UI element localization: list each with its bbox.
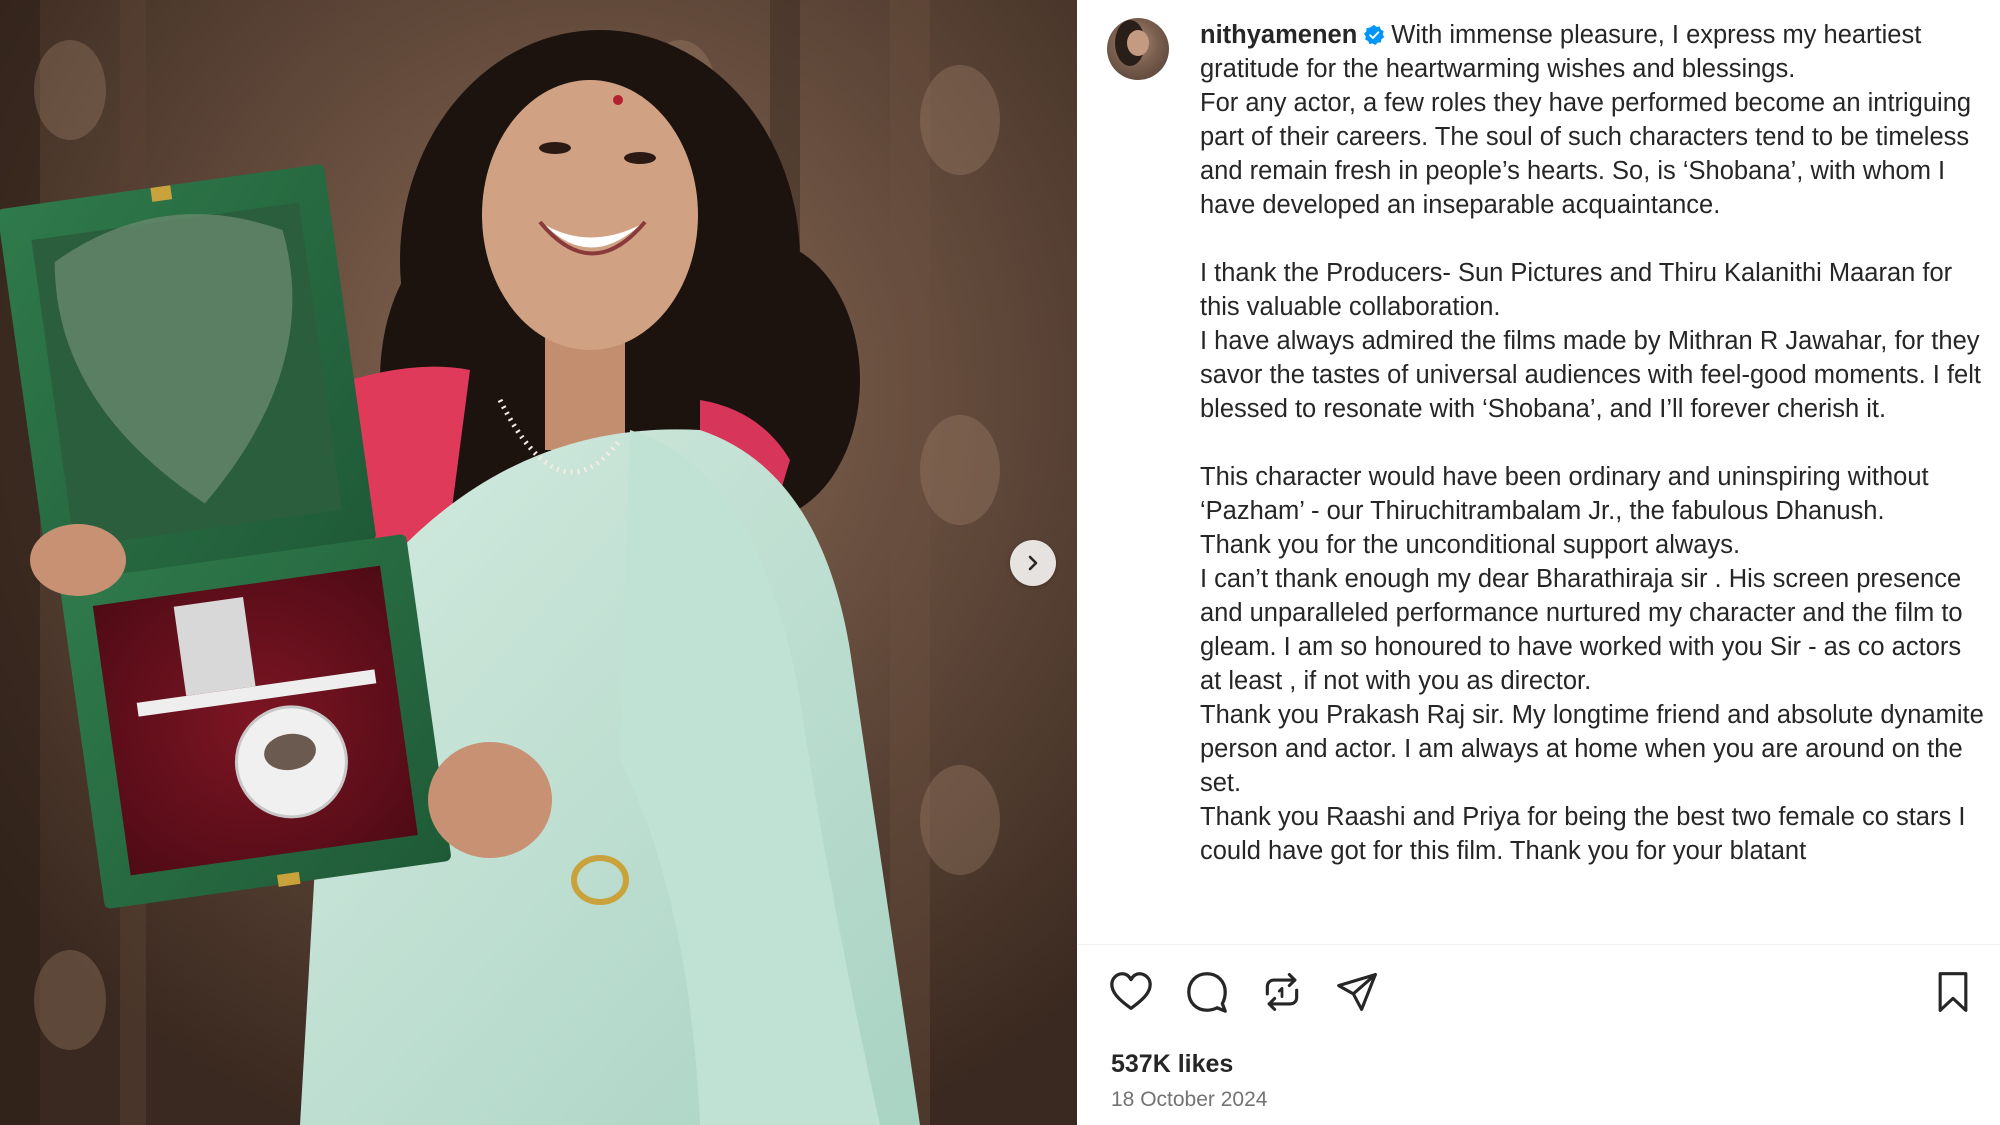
caption-paragraph-3: I thank the Producers- Sun Pictures and … (1200, 259, 1953, 321)
caption-paragraph-7: I can’t thank enough my dear Bharathiraj… (1200, 565, 1963, 695)
comment-icon (1187, 972, 1227, 1013)
carousel-next-button[interactable] (1010, 540, 1056, 586)
post-media[interactable] (0, 0, 1077, 1125)
avatar[interactable] (1107, 18, 1169, 80)
heart-icon (1110, 972, 1152, 1010)
caption-paragraph-5: This character would have been ordinary … (1200, 463, 1929, 525)
caption-paragraph-6: Thank you for the unconditional support … (1200, 531, 1741, 559)
caption-paragraph-9: Thank you Raashi and Priya for being the… (1200, 803, 1966, 865)
post-caption: nithyamenen With immense pleasure, I exp… (1200, 18, 1985, 868)
username-link[interactable]: nithyamenen (1200, 21, 1357, 49)
send-icon (1337, 973, 1377, 1011)
avatar-face (1127, 30, 1149, 56)
chevron-right-icon (1028, 555, 1038, 571)
bookmark-icon (1938, 972, 1968, 1012)
likes-count[interactable]: 537K likes (1111, 1050, 1233, 1079)
post-side-panel: nithyamenen With immense pleasure, I exp… (1077, 0, 2000, 1125)
actions-divider (1077, 944, 2000, 945)
post-photo (0, 0, 1077, 1125)
share-button[interactable] (1333, 968, 1381, 1016)
save-button[interactable] (1929, 968, 1977, 1016)
caption-paragraph-4: I have always admired the films made by … (1200, 327, 1981, 423)
post-actions-bar (1107, 968, 1977, 1020)
comment-button[interactable] (1183, 968, 1231, 1016)
repost-icon (1265, 973, 1299, 1011)
caption-area: nithyamenen With immense pleasure, I exp… (1107, 18, 1987, 942)
caption-paragraph-2: For any actor, a few roles they have per… (1200, 89, 1972, 219)
like-button[interactable] (1107, 968, 1155, 1016)
caption-paragraph-8: Thank you Prakash Raj sir. My longtime f… (1200, 701, 1984, 797)
verified-badge-icon (1364, 24, 1385, 46)
repost-button[interactable] (1258, 968, 1306, 1016)
post-date[interactable]: 18 October 2024 (1111, 1088, 1267, 1112)
instagram-post: nithyamenen With immense pleasure, I exp… (0, 0, 2000, 1125)
